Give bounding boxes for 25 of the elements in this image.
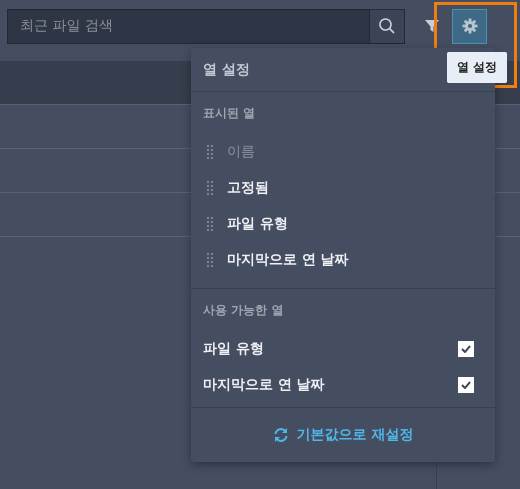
column-option: 마지막으로 연 날짜 [203,376,325,394]
drag-handle-icon[interactable] [207,145,213,159]
check-icon [461,345,471,353]
checkbox[interactable] [458,377,474,393]
search-icon [378,17,396,35]
check-icon [461,381,471,389]
drag-handle-icon[interactable] [207,253,213,267]
column-option: 파일 유형 [203,340,264,358]
panel-title: 열 설정 [203,60,250,78]
search-field[interactable]: 최근 파일 검색 [7,8,369,44]
drag-handle-icon[interactable] [207,217,213,231]
column-item[interactable]: 파일 유형 [227,215,288,233]
gear-icon [462,18,478,34]
refresh-icon [272,427,289,443]
column-item[interactable]: 고정됨 [227,179,269,197]
tooltip: 열 설정 [447,52,508,83]
search-button[interactable] [369,8,405,44]
section-heading: 표시된 열 [203,105,256,122]
drag-handle-icon[interactable] [207,181,213,195]
filter-icon[interactable] [425,19,439,33]
settings-button[interactable] [452,8,487,44]
reset-button[interactable]: 기본값으로 재설정 [270,424,416,446]
section-heading: 사용 가능한 열 [203,302,284,319]
column-item[interactable]: 마지막으로 연 날짜 [227,251,349,269]
checkbox[interactable] [458,341,474,357]
